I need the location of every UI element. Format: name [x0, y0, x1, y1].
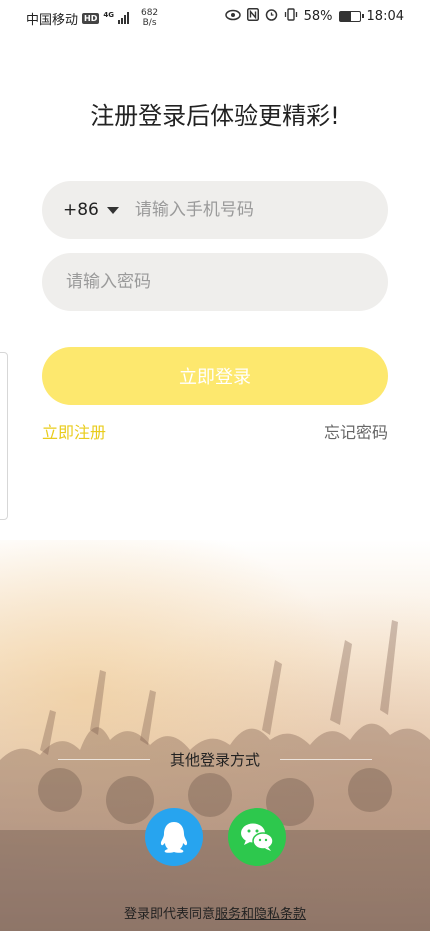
- country-code-label: +86: [63, 200, 99, 220]
- wechat-icon: [241, 823, 274, 851]
- network-speed: 682 B/s: [141, 8, 158, 28]
- password-field: [42, 253, 388, 311]
- status-bar: 中国移动 HD 4G 682 B/s 58% 18:04: [0, 0, 430, 32]
- qq-icon: [160, 822, 188, 853]
- agreement-text: 登录即代表同意服务和隐私条款: [0, 903, 430, 922]
- agreement-prefix: 登录即代表同意: [123, 907, 215, 922]
- status-right: 58% 18:04: [224, 8, 404, 24]
- country-code-selector[interactable]: +86: [63, 200, 133, 220]
- network-type: 4G: [103, 11, 114, 19]
- caret-down-icon: [106, 206, 119, 214]
- vibrate-icon: [284, 8, 298, 24]
- clock: 18:04: [366, 8, 404, 24]
- carrier-name: 中国移动: [26, 12, 79, 28]
- page-title: 注册登录后体验更精彩!: [90, 102, 340, 130]
- status-left: 中国移动 HD 4G 682 B/s: [26, 8, 158, 28]
- nfc-icon: [246, 8, 259, 24]
- background-crowd-image: [0, 540, 430, 931]
- register-link[interactable]: 立即注册: [42, 419, 106, 443]
- speed-value: 682: [140, 8, 159, 18]
- other-login-section: 其他登录方式: [0, 748, 430, 772]
- terms-link[interactable]: 服务和隐私条款: [215, 907, 306, 922]
- alarm-icon: [265, 8, 278, 24]
- signal-icon: [117, 12, 129, 24]
- side-drawer-handle[interactable]: [0, 352, 8, 520]
- phone-field: +86: [42, 181, 388, 239]
- phone-input[interactable]: [132, 199, 388, 221]
- speed-unit: B/s: [142, 18, 157, 28]
- password-input[interactable]: [64, 271, 388, 293]
- forgot-password-link[interactable]: 忘记密码: [324, 419, 388, 443]
- eye-icon: [224, 9, 241, 24]
- wechat-login-button[interactable]: [228, 808, 286, 866]
- login-button[interactable]: 立即登录: [42, 347, 388, 405]
- crowd-silhouette: [0, 620, 430, 931]
- hd-badge: HD: [82, 12, 100, 24]
- qq-login-button[interactable]: [145, 808, 203, 866]
- divider-right: [280, 759, 372, 760]
- battery-icon: [338, 10, 364, 22]
- battery-percent: 58%: [303, 8, 333, 24]
